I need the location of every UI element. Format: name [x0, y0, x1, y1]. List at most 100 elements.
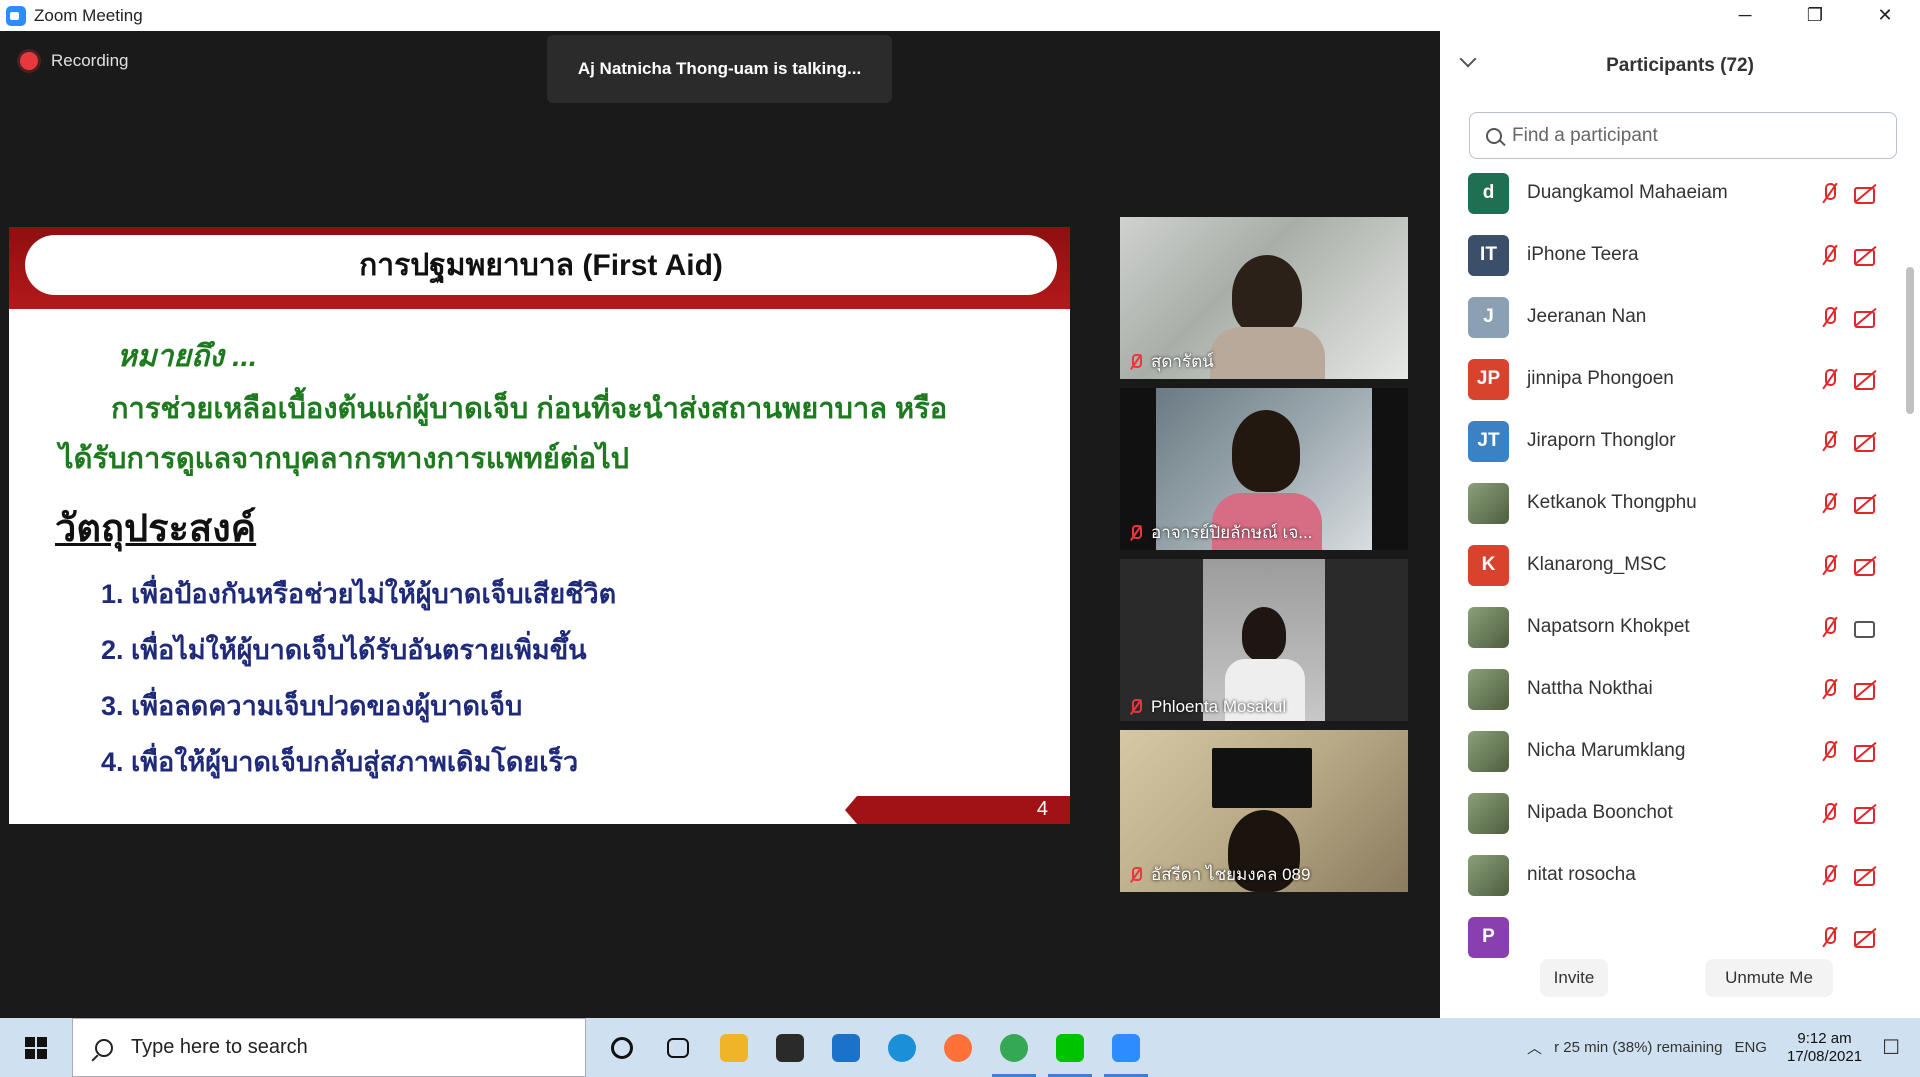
active-speaker-banner: Aj Natnicha Thong-uam is talking... — [547, 35, 892, 103]
participant-row[interactable]: Ketkanok Thongphu — [1440, 472, 1896, 534]
participant-row[interactable]: IT iPhone Teera — [1440, 224, 1896, 286]
avatar — [1468, 854, 1509, 896]
slide-meaning: หมายถึง ... — [117, 340, 258, 373]
invite-button[interactable]: Invite — [1540, 959, 1608, 997]
muted-mic-icon — [1818, 554, 1840, 576]
taskbar-search-box[interactable]: Type here to search — [72, 1018, 586, 1077]
participant-row[interactable]: Nipada Boonchot — [1440, 782, 1896, 844]
video-tile[interactable]: อัสรีดา ไชยมงคล 089 — [1120, 730, 1408, 892]
video-tile[interactable]: อาจารย์ปิยลักษณ์ เจ... — [1120, 388, 1408, 550]
cortana-app-icon[interactable] — [594, 1018, 650, 1077]
task-view-app-icon[interactable] — [650, 1018, 706, 1077]
participant-name: jinnipa Phongoen — [1527, 368, 1674, 389]
avatar — [1468, 606, 1509, 648]
video-tile-label: สุดารัตน์ — [1151, 352, 1214, 371]
video-off-icon — [1854, 802, 1876, 824]
video-camera-icon — [1854, 616, 1876, 638]
minimize-button[interactable]: ─ — [1710, 0, 1780, 31]
objective-item: 3. เพื่อลดความเจ็บปวดของผู้บาดเจ็บ — [101, 691, 523, 721]
video-off-icon — [1854, 306, 1876, 328]
taskbar-search-placeholder: Type here to search — [131, 1036, 308, 1058]
objective-item: 1. เพื่อป้องกันหรือช่วยไม่ให้ผู้บาดเจ็บเ… — [101, 579, 617, 609]
participant-status-icons — [1804, 926, 1876, 948]
participant-row[interactable]: nitat rosocha — [1440, 844, 1896, 906]
recording-label: Recording — [51, 51, 129, 70]
file-explorer-app-icon[interactable] — [706, 1018, 762, 1077]
avatar — [1468, 730, 1509, 772]
mail-glyph — [832, 1033, 860, 1062]
participant-row[interactable]: JP jinnipa Phongoen — [1440, 348, 1896, 410]
participant-search-input[interactable]: Find a participant — [1469, 112, 1897, 159]
participant-row[interactable]: Nicha Marumklang — [1440, 720, 1896, 782]
participant-list-scrollbar[interactable] — [1906, 267, 1914, 414]
avatar — [1468, 668, 1509, 710]
participant-row[interactable]: d Duangkamol Mahaeiam — [1440, 162, 1896, 224]
participant-video-figure — [1232, 255, 1302, 335]
language-indicator[interactable]: ENG — [1734, 1039, 1767, 1056]
video-tile-name: Phloenta Mosakul — [1128, 697, 1286, 717]
objective-item: 2. เพื่อไม่ให้ผู้บาดเจ็บได้รับอันตรายเพิ… — [101, 635, 587, 665]
video-off-icon — [1854, 430, 1876, 452]
video-tile[interactable]: สุดารัตน์ — [1120, 217, 1408, 379]
zoom-glyph — [1112, 1033, 1140, 1062]
slide-header: การปฐมพยาบาล (First Aid) — [9, 227, 1070, 309]
participant-row[interactable]: JT Jiraporn Thonglor — [1440, 410, 1896, 472]
close-button[interactable]: ✕ — [1850, 0, 1920, 31]
system-tray: ︿ r 25 min (38%) remaining ENG 9:12 am 1… — [1521, 1018, 1920, 1077]
participants-panel: Participants (72) Find a participant d Du… — [1440, 31, 1920, 1018]
start-button[interactable] — [0, 1018, 72, 1077]
participants-title: Participants (72) — [1606, 55, 1754, 76]
participant-row[interactable]: K Klanarong_MSC — [1440, 534, 1896, 596]
participant-video-figure — [1212, 748, 1312, 808]
video-tile-label: Phloenta Mosakul — [1151, 697, 1287, 716]
muted-mic-icon — [1818, 182, 1840, 204]
video-tile-name: อาจารย์ปิยลักษณ์ เจ... — [1128, 519, 1312, 546]
video-tile[interactable]: Phloenta Mosakul — [1120, 559, 1408, 721]
slide-description-line2: ได้รับการดูแลจากบุคลากรทางการแพทย์ต่อไป — [59, 443, 630, 475]
video-off-icon — [1854, 492, 1876, 514]
windows-taskbar: Type here to search ︿ r 25 min (38%) rem… — [0, 1018, 1920, 1077]
line-app-icon[interactable] — [1042, 1018, 1098, 1077]
file-explorer-glyph — [720, 1033, 748, 1062]
firefox-app-icon[interactable] — [930, 1018, 986, 1077]
store-app-icon[interactable] — [762, 1018, 818, 1077]
shared-slide: การปฐมพยาบาล (First Aid) หมายถึง ... การ… — [9, 227, 1070, 824]
video-tile-label: อัสรีดา ไชยมงคล 089 — [1151, 865, 1311, 884]
muted-mic-icon — [1818, 616, 1840, 638]
muted-mic-icon — [1128, 699, 1142, 715]
chrome-app-icon[interactable] — [986, 1018, 1042, 1077]
slide-objective-heading: วัตถุประสงค์ — [55, 508, 257, 550]
participant-name: Jiraporn Thonglor — [1527, 430, 1676, 451]
window-title: Zoom Meeting — [34, 5, 143, 25]
tray-expand-icon[interactable]: ︿ — [1527, 1037, 1542, 1058]
meeting-area: Recording Aj Natnicha Thong-uam is talki… — [0, 31, 1440, 1018]
participant-name: Jeeranan Nan — [1527, 306, 1647, 327]
search-icon — [1486, 127, 1502, 144]
zoom-app-icon[interactable] — [1098, 1018, 1154, 1077]
restore-button[interactable]: ❐ — [1780, 0, 1850, 31]
participant-status-icons — [1804, 616, 1876, 638]
battery-status-text[interactable]: r 25 min (38%) remaining — [1554, 1039, 1722, 1056]
clock-date: 17/08/2021 — [1786, 1047, 1863, 1065]
mail-app-icon[interactable] — [818, 1018, 874, 1077]
participant-name: Napatsorn Khokpet — [1527, 616, 1690, 637]
participant-row[interactable]: J Jeeranan Nan — [1440, 286, 1896, 348]
avatar: JT — [1468, 420, 1509, 462]
muted-mic-icon — [1818, 430, 1840, 452]
avatar: K — [1468, 544, 1509, 586]
participant-video-figure — [1210, 327, 1325, 379]
recording-indicator[interactable]: Recording — [20, 51, 129, 71]
task-view-glyph — [667, 1037, 689, 1058]
video-off-icon — [1854, 368, 1876, 390]
video-tile-name: สุดารัตน์ — [1128, 348, 1214, 375]
unmute-me-button[interactable]: Unmute Me — [1705, 959, 1833, 997]
muted-mic-icon — [1818, 802, 1840, 824]
edge-app-icon[interactable] — [874, 1018, 930, 1077]
notifications-icon[interactable]: ☐ — [1882, 1035, 1900, 1060]
participant-status-icons — [1804, 864, 1876, 886]
participant-row[interactable]: Napatsorn Khokpet — [1440, 596, 1896, 658]
participant-row[interactable]: P — [1440, 906, 1896, 964]
participant-row[interactable]: Nattha Nokthai — [1440, 658, 1896, 720]
taskbar-clock[interactable]: 9:12 am 17/08/2021 — [1787, 1030, 1862, 1066]
participant-status-icons — [1804, 306, 1876, 328]
